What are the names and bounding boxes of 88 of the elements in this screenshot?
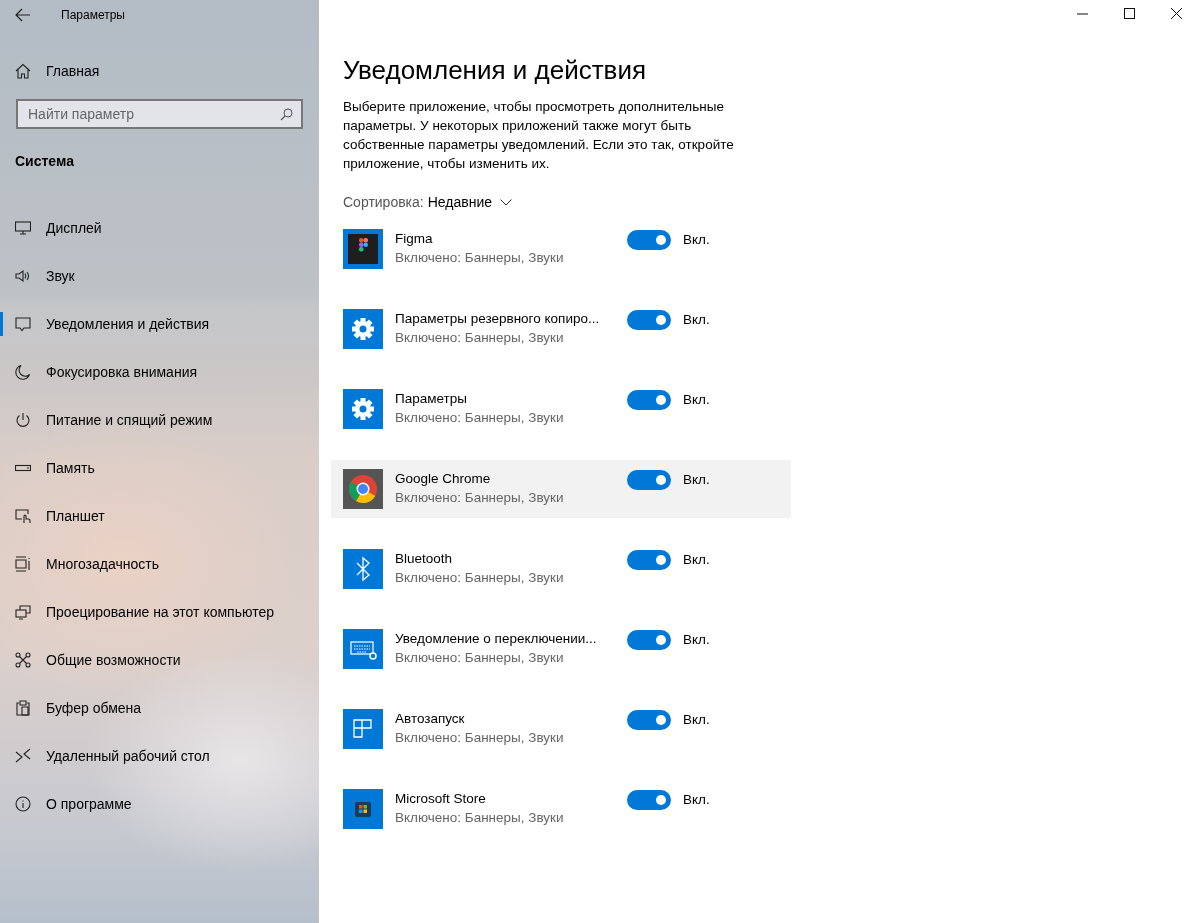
nav-item[interactable]: О программе	[0, 780, 319, 828]
app-row[interactable]: Microsoft Store Включено: Баннеры, Звуки Вкл.	[331, 780, 791, 838]
toggle-switch[interactable]	[627, 550, 671, 570]
keyboard-icon	[343, 629, 383, 669]
toggle-label: Вкл.	[683, 791, 710, 809]
sort-label: Сортировка:	[343, 194, 424, 210]
close-icon[interactable]	[1171, 8, 1182, 19]
gear-icon	[343, 309, 383, 349]
app-row[interactable]: Figma Включено: Баннеры, Звуки Вкл.	[331, 220, 791, 278]
app-status: Включено: Баннеры, Звуки	[395, 329, 565, 347]
app-row[interactable]: Параметры Включено: Баннеры, Звуки Вкл.	[331, 380, 791, 438]
clipboard-icon	[15, 700, 31, 716]
app-name: Параметры резервного копиро...	[395, 310, 601, 328]
description-text: Выберите приложение, чтобы просмотреть дополнительные параметры. У некоторых приложений также могут быть собственные параметры уведомлений. Если это так, откройте приложение, чтобы изменить их.	[343, 98, 735, 173]
sort-dropdown[interactable]: Недавние	[427, 194, 513, 210]
monitor-icon	[15, 220, 31, 236]
app-name: Google Chrome	[395, 470, 492, 488]
window-title: Параметры	[61, 8, 125, 22]
tablet-icon	[15, 508, 31, 524]
tiles-icon	[343, 709, 383, 749]
home-icon	[15, 63, 31, 79]
toggle-switch[interactable]	[627, 230, 671, 250]
app-row[interactable]: Автозапуск Включено: Баннеры, Звуки Вкл.	[331, 700, 791, 758]
toggle-label: Вкл.	[683, 631, 710, 649]
message-icon	[15, 316, 31, 332]
app-status: Включено: Баннеры, Звуки	[395, 249, 565, 267]
section-heading: Система	[14, 153, 75, 169]
toggle-switch[interactable]	[627, 630, 671, 650]
minimize-icon[interactable]	[1077, 12, 1088, 15]
remote-icon	[15, 748, 31, 764]
app-row[interactable]: Параметры резервного копиро... Включено: Баннеры, Звуки Вкл.	[331, 300, 791, 358]
nav-item[interactable]: Фокусировка внимания	[0, 348, 319, 396]
nav-item[interactable]: Дисплей	[0, 204, 319, 252]
info-icon	[15, 796, 31, 812]
app-status: Включено: Баннеры, Звуки	[395, 809, 565, 827]
toggle-switch[interactable]	[627, 470, 671, 490]
nav-item[interactable]: Планшет	[0, 492, 319, 540]
app-row[interactable]: Bluetooth Включено: Баннеры, Звуки Вкл.	[331, 540, 791, 598]
app-row[interactable]: Уведомление о переключении... Включено: Баннеры, Звуки Вкл.	[331, 620, 791, 678]
nav-item[interactable]: Буфер обмена	[0, 684, 319, 732]
app-name: Microsoft Store	[395, 790, 487, 808]
app-name: Параметры	[395, 390, 468, 408]
figma-logo-icon	[343, 229, 383, 269]
accessibility-icon	[15, 652, 31, 668]
nav-item[interactable]: Звук	[0, 252, 319, 300]
app-row[interactable]: Google Chrome Включено: Баннеры, Звуки Вкл.	[331, 460, 791, 518]
toggle-label: Вкл.	[683, 551, 710, 569]
nav-item[interactable]: Удаленный рабочий стол	[0, 732, 319, 780]
selection-bar	[0, 312, 3, 336]
toggle-switch[interactable]	[627, 390, 671, 410]
search-icon	[280, 108, 293, 121]
moon-icon	[15, 364, 31, 380]
projection-icon	[15, 604, 31, 620]
chevron-down-icon	[500, 198, 513, 206]
nav-item[interactable]: Питание и спящий режим	[0, 396, 319, 444]
app-name: Figma	[395, 230, 434, 248]
nav-item[interactable]: Проецирование на этот компьютер	[0, 588, 319, 636]
nav-item[interactable]: Общие возможности	[0, 636, 319, 684]
app-name: Bluetooth	[395, 550, 454, 568]
power-icon	[15, 412, 31, 428]
toggle-label: Вкл.	[683, 391, 710, 409]
speaker-icon	[15, 268, 31, 284]
app-status: Включено: Баннеры, Звуки	[395, 649, 565, 667]
store-bag-icon	[343, 789, 383, 829]
toggle-switch[interactable]	[627, 310, 671, 330]
app-status: Включено: Баннеры, Звуки	[395, 489, 565, 507]
app-status: Включено: Баннеры, Звуки	[395, 729, 565, 747]
app-status: Включено: Баннеры, Звуки	[395, 569, 565, 587]
nav-item[interactable]: Многозадачность	[0, 540, 319, 588]
back-arrow-icon[interactable]	[15, 8, 31, 22]
toggle-label: Вкл.	[683, 711, 710, 729]
chrome-logo-icon	[343, 469, 383, 509]
search-field[interactable]: Найти параметр	[16, 99, 303, 129]
bluetooth-icon	[343, 549, 383, 589]
toggle-label: Вкл.	[683, 471, 710, 489]
home-link[interactable]: Главная	[0, 52, 319, 90]
toggle-switch[interactable]	[627, 790, 671, 810]
maximize-icon[interactable]	[1124, 8, 1135, 19]
toggle-label: Вкл.	[683, 311, 710, 329]
toggle-label: Вкл.	[683, 231, 710, 249]
app-name: Уведомление о переключении...	[395, 630, 598, 648]
multitask-icon	[15, 556, 31, 572]
toggle-switch[interactable]	[627, 710, 671, 730]
nav-item[interactable]: Память	[0, 444, 319, 492]
app-status: Включено: Баннеры, Звуки	[395, 409, 565, 427]
page-title: Уведомления и действия	[343, 54, 647, 87]
gear-icon	[343, 389, 383, 429]
app-name: Автозапуск	[395, 710, 466, 728]
